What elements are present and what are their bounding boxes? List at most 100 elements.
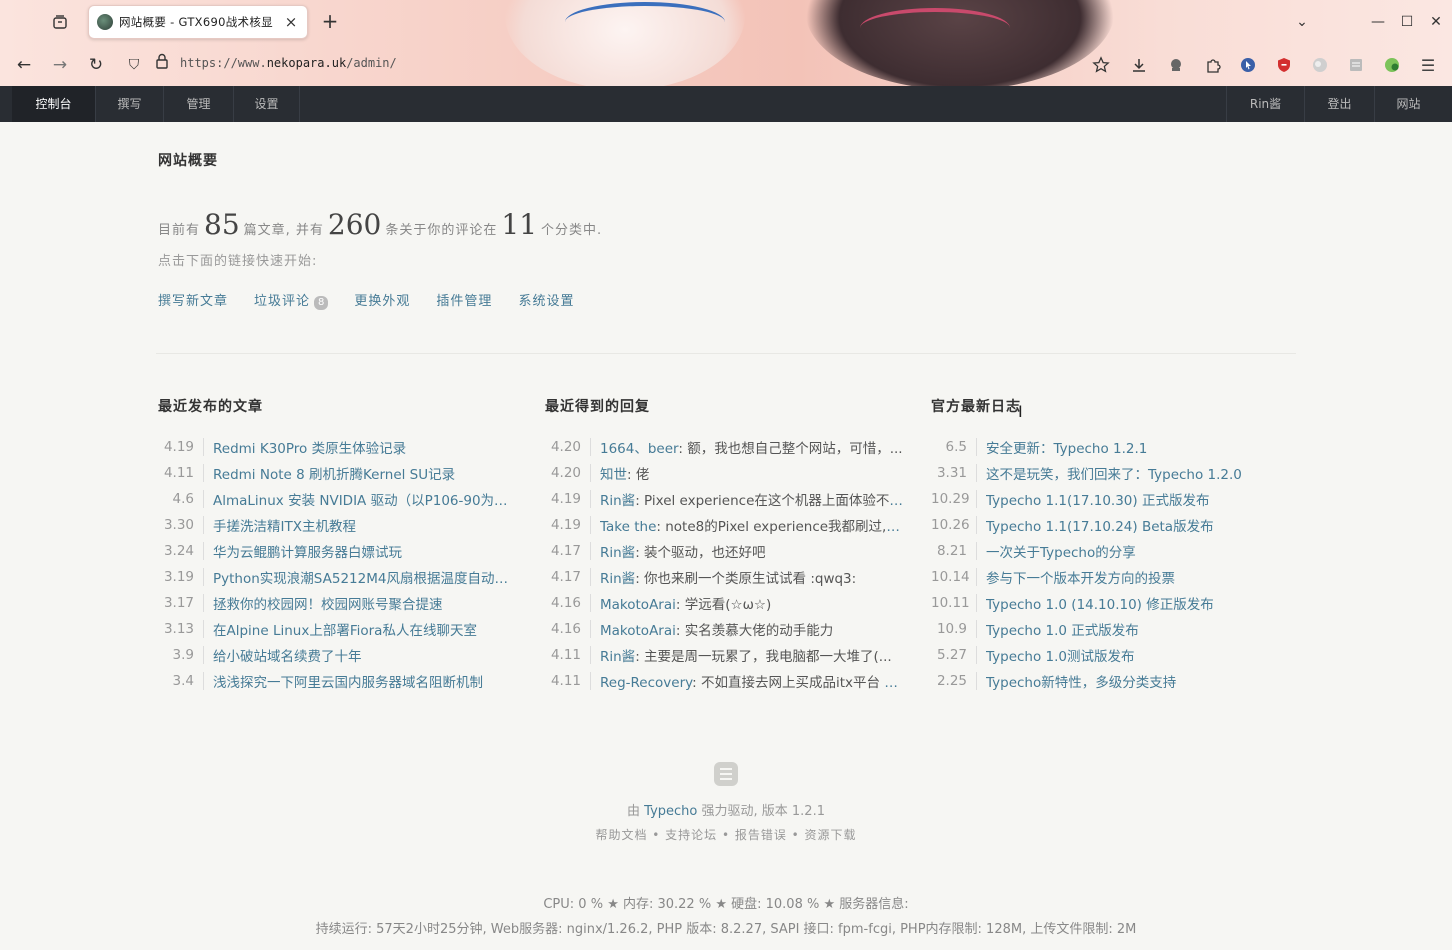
- comment-author[interactable]: MakotoArai: [600, 623, 676, 639]
- browser-chrome: 网站概要 - GTX690战术核显 × + ⌄ — ☐ ✕ ← → ↻ ⛉ ht…: [0, 0, 1452, 86]
- reader-view-icon[interactable]: [1345, 54, 1367, 76]
- log-link[interactable]: Typecho 1.0 (14.10.10) 修正版发布: [986, 593, 1214, 613]
- log-link[interactable]: Typecho 1.0测试版发布: [986, 645, 1135, 665]
- comment-author[interactable]: Rin酱: [600, 493, 635, 509]
- log-date: 10.11: [931, 595, 970, 611]
- list-item: 6.5 安全更新：Typecho 1.2.1: [931, 434, 1271, 460]
- log-link[interactable]: Typecho 1.1(17.10.24) Beta版发布: [986, 515, 1214, 535]
- tracking-protection-icon[interactable]: ⛉: [122, 53, 146, 77]
- write-post-link[interactable]: 撰写新文章: [158, 290, 228, 310]
- post-link[interactable]: 浅浅探究一下阿里云国内服务器域名阻断机制: [213, 671, 483, 691]
- log-date: 3.31: [936, 465, 967, 481]
- list-item: 4.19 Rin酱: Pixel experience在这个机器上面体验不如...: [545, 486, 910, 512]
- comment-author[interactable]: 知世: [600, 467, 627, 483]
- comment-date: 4.16: [550, 595, 581, 611]
- separator: [976, 620, 977, 638]
- log-link[interactable]: Typecho新特性，多级分类支持: [986, 671, 1176, 691]
- comment-author[interactable]: Take the: [600, 519, 656, 535]
- list-item: 3.30 手搓洗洁精ITX主机教程: [158, 512, 518, 538]
- close-window-button[interactable]: ✕: [1424, 10, 1448, 34]
- typecho-link[interactable]: Typecho: [644, 804, 697, 819]
- bookmark-star-icon[interactable]: [1090, 54, 1112, 76]
- new-tab-button[interactable]: +: [318, 10, 342, 34]
- comment-author[interactable]: Reg-Recovery: [600, 675, 692, 691]
- separator: [976, 516, 977, 534]
- comment-text: note8的Pixel experience我都刷过,在上...: [665, 519, 910, 535]
- nav-dashboard[interactable]: 控制台: [12, 86, 96, 122]
- post-link[interactable]: Redmi Note 8 刷机折腾Kernel SU记录: [213, 463, 455, 483]
- nav-settings[interactable]: 设置: [234, 86, 300, 122]
- extension-bubble-icon[interactable]: [1309, 54, 1331, 76]
- comment-author[interactable]: Rin酱: [600, 649, 635, 665]
- plugins-link[interactable]: 插件管理: [436, 290, 492, 310]
- list-all-tabs-button[interactable]: ⌄: [1290, 10, 1314, 34]
- minimize-button[interactable]: —: [1366, 10, 1390, 34]
- back-button[interactable]: ←: [12, 53, 36, 77]
- post-link[interactable]: AlmaLinux 安装 NVIDIA 驱动（以P106-90为例）: [213, 489, 518, 509]
- nav-user[interactable]: Rin酱: [1226, 86, 1304, 122]
- comment-link[interactable]: MakotoArai: 学远看(☆ω☆): [600, 593, 771, 613]
- change-theme-link[interactable]: 更换外观: [354, 290, 410, 310]
- url-field[interactable]: https://www.nekopara.uk/admin/: [180, 56, 397, 70]
- reload-button[interactable]: ↻: [84, 53, 108, 77]
- lock-icon[interactable]: [150, 53, 174, 77]
- tab-active[interactable]: 网站概要 - GTX690战术核显 ×: [88, 5, 308, 39]
- list-item: 4.11 Redmi Note 8 刷机折腾Kernel SU记录: [158, 460, 518, 486]
- comment-author[interactable]: MakotoArai: [600, 597, 676, 613]
- app-menu-icon[interactable]: ☰: [1417, 54, 1439, 76]
- log-link[interactable]: Typecho 1.1(17.10.30) 正式版发布: [986, 489, 1209, 509]
- post-link[interactable]: 在Alpine Linux上部署Fiora私人在线聊天室: [213, 619, 477, 639]
- comment-link[interactable]: Rin酱: 装个驱动，也还好吧: [600, 541, 766, 561]
- post-link[interactable]: 拯救你的校园网！校园网账号聚合提速: [213, 593, 443, 613]
- post-link[interactable]: 手搓洗洁精ITX主机教程: [213, 515, 356, 535]
- tab-close-icon[interactable]: ×: [283, 13, 299, 31]
- log-link[interactable]: Typecho 1.0 正式版发布: [986, 619, 1139, 639]
- log-link[interactable]: 参与下一个版本开发方向的投票: [986, 567, 1175, 587]
- comment-link[interactable]: Rin酱: 你也来刷一个类原生试试看 :qwq3:: [600, 567, 856, 587]
- forward-button[interactable]: →: [48, 53, 72, 77]
- log-link[interactable]: 一次关于Typecho的分享: [986, 541, 1136, 561]
- log-link[interactable]: 安全更新：Typecho 1.2.1: [986, 437, 1147, 457]
- colon: :: [675, 597, 685, 613]
- post-link[interactable]: 给小破站域名续费了十年: [213, 645, 362, 665]
- comment-link[interactable]: 知世: 佬: [600, 463, 649, 483]
- private-mask-icon[interactable]: [1165, 54, 1187, 76]
- log-date: 2.25: [936, 673, 967, 689]
- post-link[interactable]: Redmi K30Pro 类原生体验记录: [213, 437, 406, 457]
- spam-comments-link[interactable]: 垃圾评论 8: [254, 290, 329, 310]
- comment-text: 实名羡慕大佬的动手能力: [684, 623, 834, 639]
- comment-link[interactable]: Rin酱: Pixel experience在这个机器上面体验不如...: [600, 489, 910, 509]
- system-settings-link[interactable]: 系统设置: [518, 290, 574, 310]
- nav-logout[interactable]: 登出: [1304, 86, 1374, 122]
- footer-links[interactable]: 帮助文档 • 支持论坛 • 报告错误 • 资源下载: [0, 826, 1452, 843]
- comment-author[interactable]: Rin酱: [600, 571, 635, 587]
- downloads-icon[interactable]: [1128, 54, 1150, 76]
- log-link[interactable]: 这不是玩笑，我们回来了：Typecho 1.2.0: [986, 463, 1242, 483]
- comment-link[interactable]: Take the: note8的Pixel experience我都刷过,在上.…: [600, 515, 910, 535]
- comment-link[interactable]: Reg-Recovery: 不如直接去网上买成品itx平台 配...: [600, 671, 910, 691]
- post-link[interactable]: Python实现浪潮SA5212M4风扇根据温度自动调节: [213, 567, 518, 587]
- tab-list-button[interactable]: [46, 10, 74, 34]
- comment-author[interactable]: 1664、beer: [600, 441, 678, 457]
- comment-link[interactable]: Rin酱: 主要是周一玩累了，我电脑都一大堆了(...: [600, 645, 892, 665]
- maximize-button[interactable]: ☐: [1395, 10, 1419, 34]
- extensions-puzzle-icon[interactable]: [1202, 54, 1224, 76]
- server-info: 持续运行: 57天2小时25分钟, Web服务器: nginx/1.26.2, …: [315, 922, 1137, 937]
- colon: :: [678, 441, 688, 457]
- comment-author[interactable]: Rin酱: [600, 545, 635, 561]
- extension-shield-icon[interactable]: [1273, 54, 1295, 76]
- extension-cursor-icon[interactable]: [1237, 54, 1259, 76]
- nav-site[interactable]: 网站: [1374, 86, 1442, 122]
- comment-link[interactable]: 1664、beer: 额，我也想自己整个网站，可惜，...: [600, 437, 903, 457]
- list-item: 4.20 1664、beer: 额，我也想自己整个网站，可惜，...: [545, 434, 910, 460]
- post-link[interactable]: 华为云鲲鹏计算服务器白嫖试玩: [213, 541, 402, 561]
- list-item: 4.11 Reg-Recovery: 不如直接去网上买成品itx平台 配...: [545, 668, 910, 694]
- comment-link[interactable]: MakotoArai: 实名羡慕大佬的动手能力: [600, 619, 833, 639]
- extension-green-icon[interactable]: [1381, 54, 1403, 76]
- comment-date: 4.17: [550, 543, 581, 559]
- list-item: 3.13 在Alpine Linux上部署Fiora私人在线聊天室: [158, 616, 518, 642]
- nav-write[interactable]: 撰写: [96, 86, 164, 122]
- separator: [203, 542, 204, 560]
- nav-manage[interactable]: 管理: [164, 86, 234, 122]
- list-item: 10.11 Typecho 1.0 (14.10.10) 修正版发布: [931, 590, 1271, 616]
